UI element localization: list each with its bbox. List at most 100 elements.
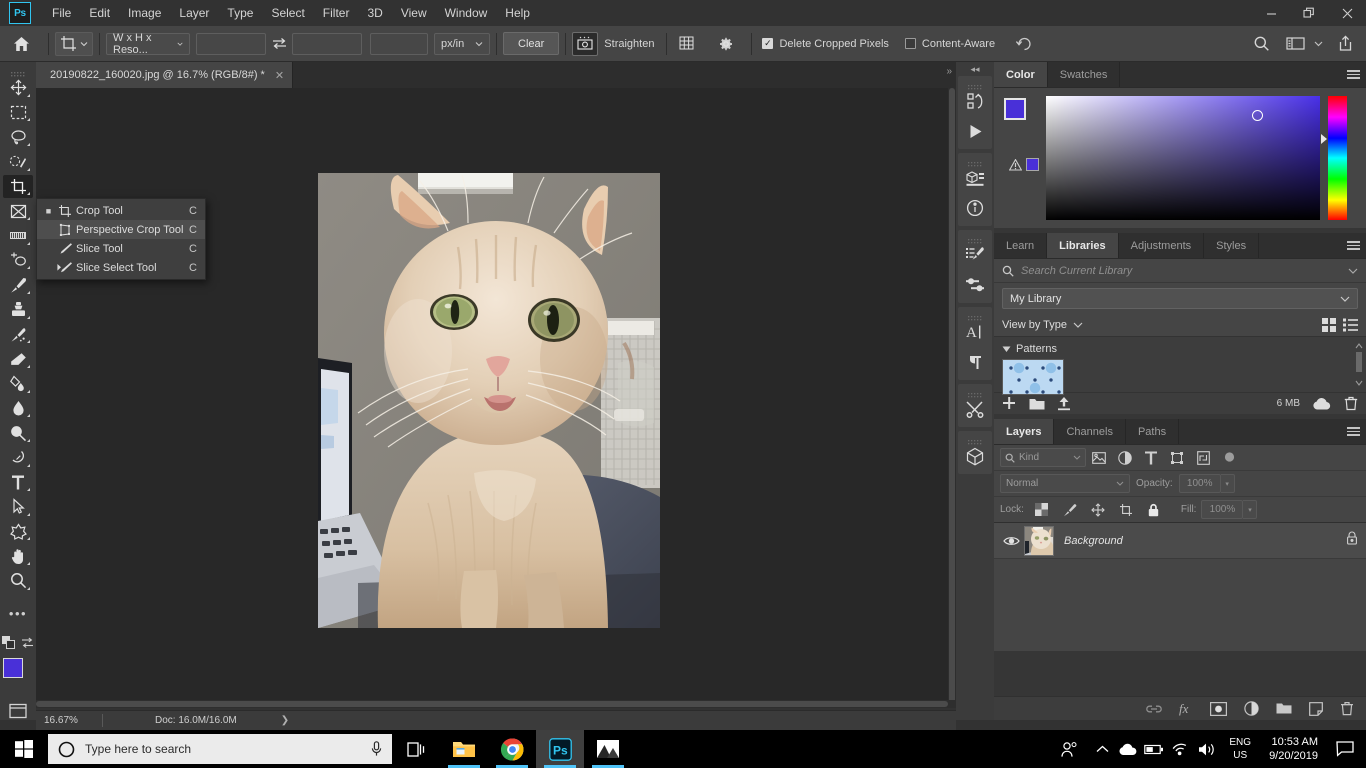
menu-help[interactable]: Help (496, 2, 539, 24)
library-scrollbar[interactable] (1354, 341, 1364, 391)
screen-mode-icon[interactable] (6, 702, 30, 720)
flyout-item-slice-tool[interactable]: Slice Tool C (37, 239, 205, 258)
layer-lock-indicator[interactable] (1346, 531, 1358, 550)
hue-slider[interactable] (1321, 96, 1347, 220)
cloud-icon[interactable] (1312, 397, 1332, 411)
content-aware-checkbox[interactable]: Content-Aware (904, 38, 995, 50)
document-image[interactable] (318, 173, 660, 628)
gear-icon[interactable] (713, 32, 739, 56)
filter-shape-icon[interactable] (1164, 447, 1190, 469)
close-button[interactable] (1328, 0, 1366, 26)
tab-learn[interactable]: Learn (994, 233, 1048, 258)
show-hidden-icons-icon[interactable] (1089, 730, 1115, 768)
foreground-color-swatch[interactable] (3, 658, 23, 679)
trash-icon[interactable] (1344, 396, 1358, 411)
taskbar-adobe-photoshop[interactable]: Ps (536, 730, 584, 768)
filter-pixel-icon[interactable] (1086, 447, 1112, 469)
color-picker-handle[interactable] (1252, 110, 1263, 121)
battery-icon[interactable] (1141, 730, 1167, 768)
new-layer-icon[interactable] (1309, 701, 1323, 716)
layer-visibility-toggle[interactable] (998, 535, 1024, 547)
play-icon[interactable] (959, 116, 991, 146)
resolution-unit-select[interactable]: px/in (434, 32, 490, 55)
wifi-icon[interactable] (1167, 730, 1193, 768)
path-selection-tool[interactable] (3, 495, 33, 519)
clone-stamp-tool[interactable] (3, 298, 33, 322)
grid-view-icon[interactable] (1322, 318, 1336, 332)
color-panel-swatches[interactable] (1002, 96, 1038, 136)
filter-type-icon[interactable] (1138, 447, 1164, 469)
delete-layer-icon[interactable] (1340, 701, 1354, 716)
opacity-stepper[interactable]: ▾ (1220, 474, 1235, 493)
language-indicator[interactable]: ENG US (1221, 736, 1259, 762)
color-field[interactable] (1046, 96, 1320, 220)
gradient-tool[interactable] (3, 372, 33, 396)
spot-healing-brush-tool[interactable] (3, 249, 33, 273)
menu-filter[interactable]: Filter (314, 2, 359, 24)
menu-layer[interactable]: Layer (170, 2, 218, 24)
link-layers-icon[interactable] (1146, 703, 1162, 715)
filter-smart-object-icon[interactable] (1190, 447, 1216, 469)
library-search-row[interactable] (994, 259, 1366, 283)
people-icon[interactable] (1049, 730, 1089, 768)
layer-mask-icon[interactable] (1210, 701, 1227, 716)
layer-styles-icon[interactable]: fx (1179, 701, 1193, 716)
new-group-icon[interactable] (1276, 702, 1292, 715)
panel-menu-icon[interactable] (1340, 233, 1366, 258)
zoom-level[interactable]: 16.67% (36, 715, 102, 726)
color-swatches[interactable] (3, 658, 35, 691)
document-tab[interactable]: 20190822_160020.jpg @ 16.7% (RGB/8#) * ✕ (36, 62, 294, 88)
taskbar-photos[interactable] (584, 730, 632, 768)
clear-button[interactable]: Clear (503, 32, 560, 55)
history-brush-tool[interactable] (3, 323, 33, 347)
chevron-down-icon[interactable] (1310, 39, 1326, 48)
upload-icon[interactable] (1057, 396, 1071, 411)
frame-tool[interactable] (3, 199, 33, 223)
info-icon[interactable] (959, 193, 991, 223)
layer-row[interactable]: Background (994, 523, 1366, 559)
minimize-button[interactable] (1252, 0, 1290, 26)
default-colors-icon[interactable] (2, 636, 15, 654)
active-tool-button[interactable] (55, 31, 93, 56)
color-panel-foreground-swatch[interactable] (1004, 98, 1026, 120)
rectangular-marquee-tool[interactable] (3, 101, 33, 125)
zoom-tool[interactable] (3, 569, 33, 593)
restore-button[interactable] (1290, 0, 1328, 26)
straighten-label[interactable]: Straighten (604, 38, 654, 50)
gamut-warning-swatch[interactable] (1026, 158, 1039, 171)
pen-tool[interactable] (3, 446, 33, 470)
tab-styles[interactable]: Styles (1204, 233, 1260, 258)
lock-image-icon[interactable] (1057, 499, 1083, 521)
fill-stepper[interactable]: ▾ (1243, 500, 1258, 519)
lock-position-icon[interactable] (1085, 499, 1111, 521)
tab-adjustments[interactable]: Adjustments (1118, 233, 1205, 258)
tab-libraries[interactable]: Libraries (1047, 233, 1119, 258)
tab-layers[interactable]: Layers (994, 419, 1055, 444)
hue-slider-handle[interactable] (1321, 134, 1327, 144)
canvas-area[interactable] (36, 88, 956, 708)
library-pattern-item[interactable] (1002, 359, 1064, 395)
swap-dimensions-button[interactable] (266, 37, 292, 50)
folder-icon[interactable] (1029, 397, 1045, 411)
section-header[interactable]: Patterns (1002, 343, 1358, 355)
adjustment-layer-icon[interactable] (1244, 701, 1259, 716)
menu-image[interactable]: Image (119, 2, 170, 24)
blur-tool[interactable] (3, 397, 33, 421)
action-center-icon[interactable] (1328, 730, 1362, 768)
volume-icon[interactable] (1193, 730, 1221, 768)
eraser-tool[interactable] (3, 347, 33, 371)
gamut-warning[interactable] (1009, 158, 1039, 171)
paragraph-icon[interactable] (959, 347, 991, 377)
clock[interactable]: 10:53 AM 9/20/2019 (1259, 735, 1328, 763)
menu-edit[interactable]: Edit (80, 2, 119, 24)
search-icon[interactable] (1248, 32, 1274, 56)
microphone-icon[interactable] (371, 741, 382, 757)
list-view-icon[interactable] (1343, 318, 1358, 332)
tab-paths[interactable]: Paths (1125, 419, 1180, 444)
document-info[interactable]: Doc: 16.0M/16.0M (103, 715, 237, 726)
reset-icon[interactable] (1011, 32, 1037, 56)
windows-start-icon[interactable] (0, 730, 48, 768)
move-tool[interactable] (3, 76, 33, 100)
layer-name[interactable]: Background (1064, 535, 1346, 547)
menu-type[interactable]: Type (218, 2, 262, 24)
